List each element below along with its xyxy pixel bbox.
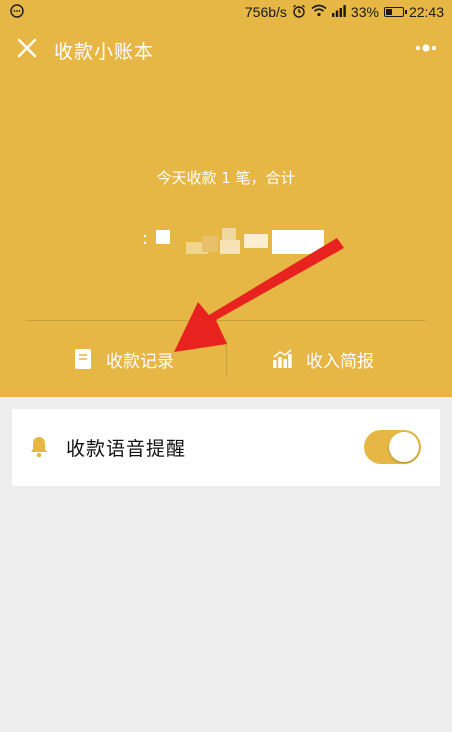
voice-alert-label: 收款语音提醒 [66, 438, 187, 460]
close-icon [17, 38, 37, 58]
battery-percent: 33% [350, 4, 379, 20]
today-summary: 今天收款 1 笔，合计 [156, 169, 296, 187]
more-button[interactable] [414, 38, 438, 58]
wifi-icon [311, 4, 327, 20]
clock: 22:43 [408, 4, 444, 20]
header: 收款小账本 今天收款 1 笔，合计 : 收款记录 收入简报 [0, 24, 452, 397]
voice-alert-setting: 收款语音提醒 [12, 409, 440, 486]
action-divider [226, 338, 227, 378]
income-report-label: 收入简报 [306, 351, 374, 372]
bell-icon [31, 437, 47, 458]
more-icon [415, 44, 437, 52]
payment-records-button[interactable]: 收款记录 [74, 344, 174, 374]
header-divider [26, 320, 426, 321]
toggle-knob [389, 432, 419, 462]
battery-icon [383, 7, 407, 17]
signal-icon [331, 4, 346, 20]
payment-records-label: 收款记录 [106, 351, 174, 372]
close-button[interactable] [15, 36, 39, 60]
document-icon [75, 349, 91, 369]
page-title: 收款小账本 [54, 41, 155, 63]
network-speed: 756b/s [244, 4, 287, 20]
status-bar: 756b/s 33% 22:43 [0, 0, 452, 24]
income-report-button[interactable]: 收入简报 [272, 344, 374, 374]
voice-alert-toggle[interactable] [364, 430, 421, 464]
message-icon [10, 4, 24, 21]
amount-obscured: : [142, 226, 327, 260]
bar-chart-icon [273, 349, 292, 368]
alarm-icon [292, 4, 306, 21]
